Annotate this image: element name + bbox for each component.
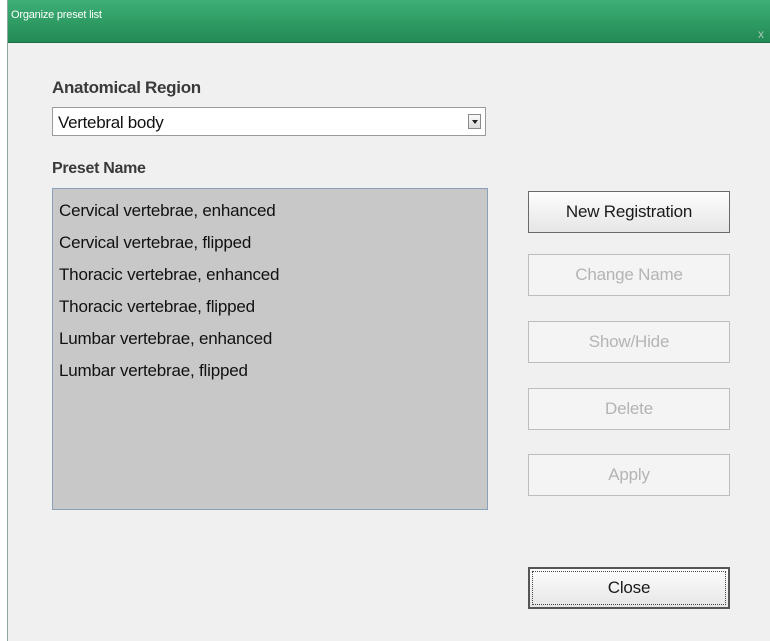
close-icon[interactable]: x <box>758 28 764 40</box>
change-name-button[interactable]: Change Name <box>528 254 730 296</box>
show-hide-button[interactable]: Show/Hide <box>528 321 730 363</box>
list-item[interactable]: Thoracic vertebrae, flipped <box>59 297 255 317</box>
list-item[interactable]: Lumbar vertebrae, flipped <box>59 361 248 381</box>
anatomical-region-value: Vertebral body <box>58 113 164 132</box>
list-item[interactable]: Lumbar vertebrae, enhanced <box>59 329 272 349</box>
title-bar[interactable]: Organize preset list x <box>8 0 770 43</box>
delete-button[interactable]: Delete <box>528 388 730 430</box>
anatomical-region-label: Anatomical Region <box>52 78 201 97</box>
list-item[interactable]: Cervical vertebrae, enhanced <box>59 201 276 221</box>
organize-preset-dialog: Organize preset list x Anatomical Region… <box>7 0 770 641</box>
chevron-down-icon[interactable] <box>468 114 481 129</box>
list-item[interactable]: Thoracic vertebrae, enhanced <box>59 265 279 285</box>
preset-list[interactable]: Cervical vertebrae, enhanced Cervical ve… <box>52 188 488 510</box>
close-button[interactable]: Close <box>528 567 730 609</box>
list-item[interactable]: Cervical vertebrae, flipped <box>59 233 251 253</box>
apply-button[interactable]: Apply <box>528 454 730 496</box>
preset-name-label: Preset Name <box>52 160 146 177</box>
anatomical-region-dropdown[interactable]: Vertebral body <box>52 107 486 136</box>
window-title: Organize preset list <box>11 9 102 21</box>
new-registration-button[interactable]: New Registration <box>528 191 730 233</box>
